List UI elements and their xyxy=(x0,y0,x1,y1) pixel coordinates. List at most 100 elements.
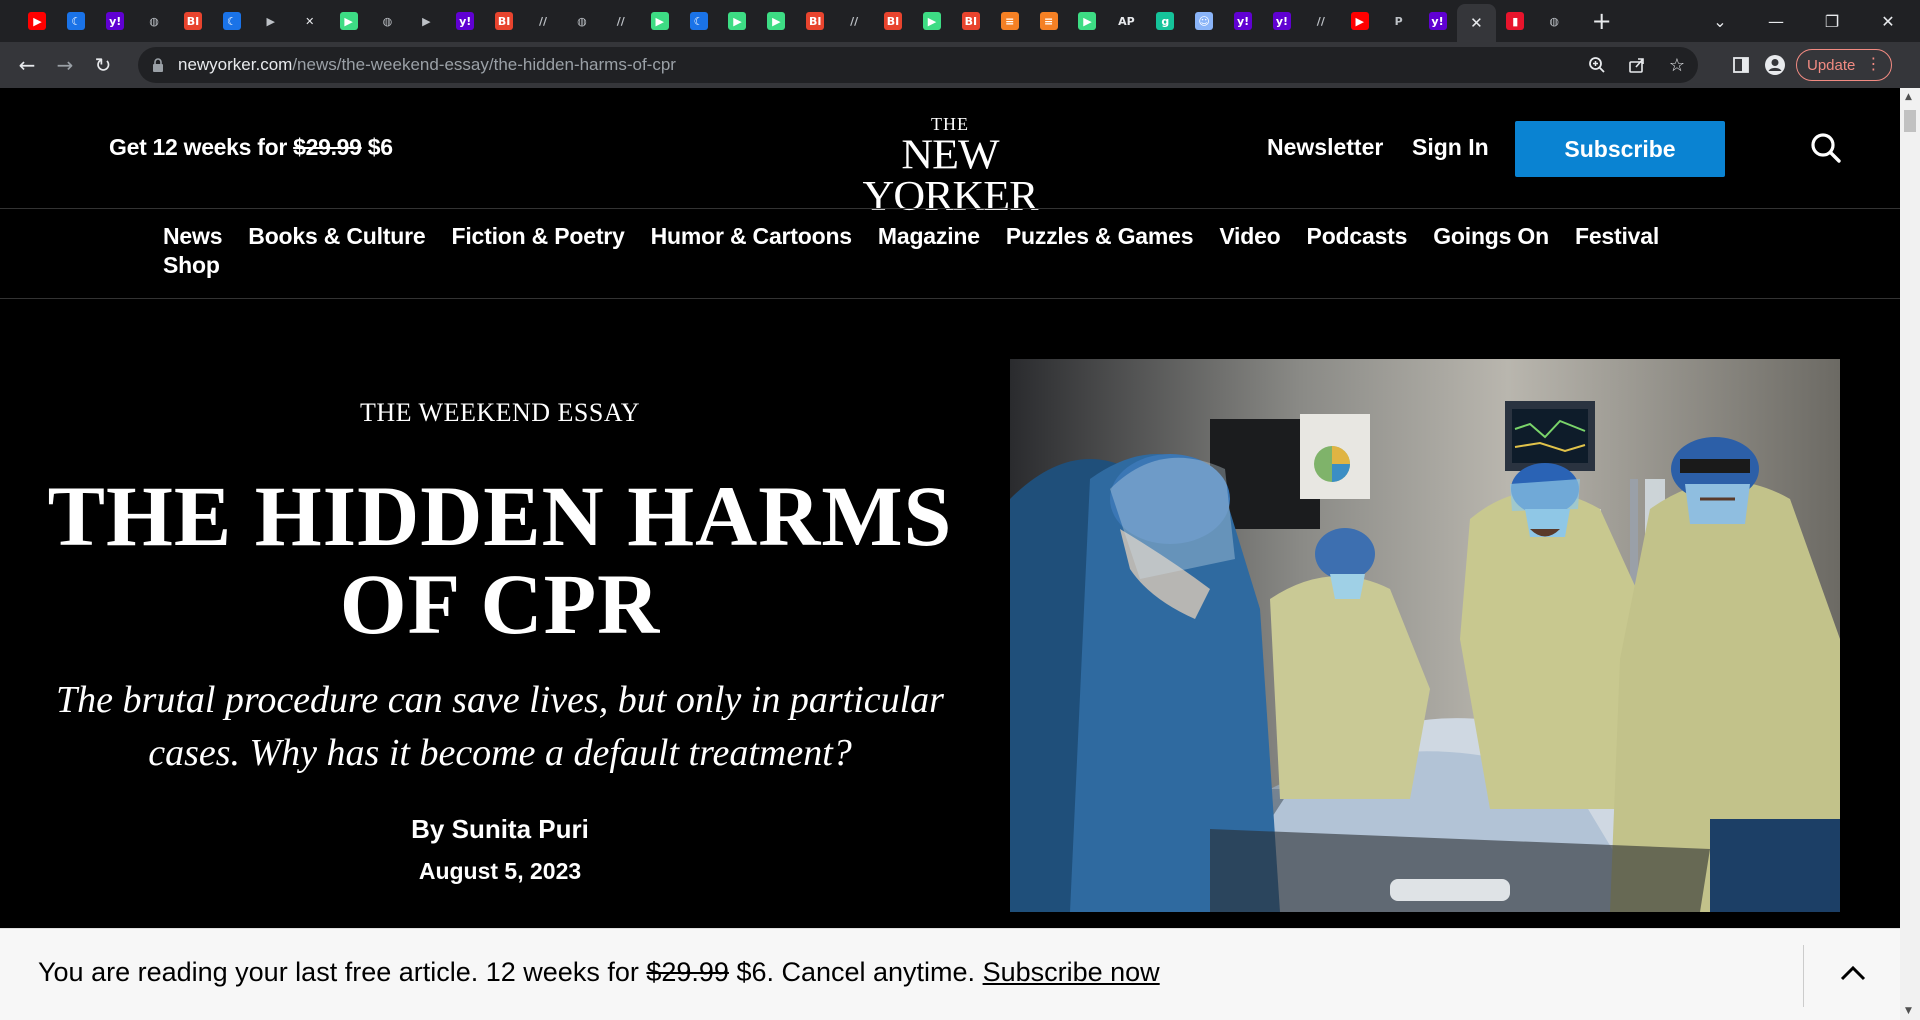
chevron-up-icon[interactable] xyxy=(1838,959,1868,989)
subscription-promo[interactable]: Get 12 weeks for $29.99 $6 xyxy=(109,134,393,161)
close-window-button[interactable]: ✕ xyxy=(1860,0,1916,42)
nav-item-news[interactable]: News xyxy=(163,223,222,249)
browser-tab[interactable]: // xyxy=(601,4,640,38)
browser-tab[interactable]: y! xyxy=(1224,4,1263,38)
nav-item-podcasts[interactable]: Podcasts xyxy=(1307,223,1408,249)
browser-tab[interactable]: g xyxy=(1146,4,1185,38)
subscribe-now-link[interactable]: Subscribe now xyxy=(983,957,1160,987)
side-panel-icon[interactable] xyxy=(1728,52,1754,78)
browser-tab[interactable]: ▶ xyxy=(640,4,679,38)
tab-search-icon[interactable]: ⌄ xyxy=(1692,0,1748,42)
browser-tab[interactable]: ▶ xyxy=(18,4,57,38)
browser-tab[interactable]: ☾ xyxy=(679,4,718,38)
bookmark-star-icon[interactable]: ☆ xyxy=(1664,52,1690,78)
browser-tab[interactable]: ◍ xyxy=(1535,4,1574,38)
browser-tab[interactable]: ▶ xyxy=(329,4,368,38)
browser-tab[interactable]: // xyxy=(524,4,563,38)
globe-icon: ◍ xyxy=(149,14,159,28)
browser-tab[interactable]: ◍ xyxy=(562,4,601,38)
browser-tab[interactable]: ▶ xyxy=(1340,4,1379,38)
back-button[interactable]: ← xyxy=(8,46,46,84)
globe-icon: ◍ xyxy=(382,14,393,28)
nav-item-goings-on[interactable]: Goings On xyxy=(1433,223,1549,249)
paywall-prefix: You are reading your last free article. … xyxy=(38,957,647,987)
nav-item-humor-cartoons[interactable]: Humor & Cartoons xyxy=(651,223,852,249)
scroll-down-arrow[interactable]: ▼ xyxy=(1905,1006,1912,1016)
browser-tab[interactable]: P xyxy=(1379,4,1418,38)
address-bar[interactable]: newyorker.com/news/the-weekend-essay/the… xyxy=(138,47,1698,83)
forward-button[interactable]: → xyxy=(46,46,84,84)
newsletter-link[interactable]: Newsletter xyxy=(1267,134,1383,161)
profile-icon[interactable] xyxy=(1762,52,1788,78)
browser-tab[interactable]: ▶ xyxy=(757,4,796,38)
nav-item-shop[interactable]: Shop xyxy=(163,252,220,278)
browser-tab[interactable]: BI xyxy=(796,4,835,38)
browser-tab[interactable]: BI xyxy=(174,4,213,38)
nav-item-video[interactable]: Video xyxy=(1219,223,1280,249)
article-rubric[interactable]: THE WEEKEND ESSAY xyxy=(0,398,1000,428)
browser-tab[interactable]: y! xyxy=(96,4,135,38)
browser-tab[interactable]: ☾ xyxy=(57,4,96,38)
sign-in-link[interactable]: Sign In xyxy=(1412,134,1489,161)
lock-icon xyxy=(153,58,163,72)
browser-toolbar: ← → ↻ newyorker.com/news/the-weekend-ess… xyxy=(0,42,1920,88)
paywall-banner: You are reading your last free article. … xyxy=(0,928,1900,1020)
browser-tab[interactable]: // xyxy=(835,4,874,38)
play-circle-icon: ▶ xyxy=(767,12,786,30)
scroll-up-arrow[interactable]: ▲ xyxy=(1905,92,1912,102)
browser-tab[interactable]: ◍ xyxy=(368,4,407,38)
zoom-icon[interactable] xyxy=(1584,52,1610,78)
business-insider-icon: BI xyxy=(884,12,903,30)
moon-icon: ☾ xyxy=(689,12,708,30)
browser-tab[interactable]: ✕ xyxy=(1456,4,1496,42)
search-icon[interactable] xyxy=(1810,132,1842,164)
minimize-button[interactable]: — xyxy=(1748,0,1804,42)
subscribe-button[interactable]: Subscribe xyxy=(1515,121,1725,177)
browser-tab[interactable]: BI xyxy=(485,4,524,38)
browser-tab[interactable]: BI xyxy=(951,4,990,38)
mic-icon: ▮ xyxy=(1506,12,1525,30)
p-icon: P xyxy=(1394,14,1403,28)
nav-divider xyxy=(0,298,1900,299)
browser-tab[interactable]: ◍ xyxy=(135,4,174,38)
update-button[interactable]: Update ⋮ xyxy=(1796,49,1893,81)
scrollbar-thumb[interactable] xyxy=(1904,110,1916,132)
new-tab-button[interactable]: + xyxy=(1584,4,1620,38)
browser-tab[interactable]: ▮ xyxy=(1496,4,1535,38)
nav-item-magazine[interactable]: Magazine xyxy=(878,223,980,249)
yahoo-icon: y! xyxy=(106,12,125,30)
nav-item-books-culture[interactable]: Books & Culture xyxy=(248,223,425,249)
browser-tab[interactable]: ▶ xyxy=(407,4,446,38)
browser-tab[interactable]: ▶ xyxy=(1068,4,1107,38)
logo-the: THE xyxy=(931,114,969,134)
nav-item-fiction-poetry[interactable]: Fiction & Poetry xyxy=(451,223,624,249)
browser-tab[interactable]: y! xyxy=(1263,4,1302,38)
browser-tab[interactable]: ≡ xyxy=(990,4,1029,38)
browser-tab[interactable]: ☾ xyxy=(212,4,251,38)
nav-item-festival[interactable]: Festival xyxy=(1575,223,1659,249)
yahoo-icon: y! xyxy=(1428,12,1447,30)
browser-tab[interactable]: AP xyxy=(1107,4,1146,38)
nav-item-puzzles-games[interactable]: Puzzles & Games xyxy=(1006,223,1194,249)
browser-tab[interactable]: BI xyxy=(874,4,913,38)
article-byline[interactable]: By Sunita Puri xyxy=(0,814,1000,845)
browser-tab[interactable]: ☺ xyxy=(1185,4,1224,38)
paywall-message: You are reading your last free article. … xyxy=(38,957,1160,988)
browser-tab[interactable]: ▶ xyxy=(912,4,951,38)
moon-icon: ☾ xyxy=(67,12,86,30)
browser-tab[interactable]: ✕ xyxy=(290,4,329,38)
reload-button[interactable]: ↻ xyxy=(84,46,122,84)
restore-button[interactable]: ❐ xyxy=(1804,0,1860,42)
play-circle-icon: ▶ xyxy=(339,12,358,30)
browser-tab[interactable]: y! xyxy=(1418,4,1457,38)
browser-tab[interactable]: ▶ xyxy=(251,4,290,38)
browser-tab[interactable]: ≡ xyxy=(1029,4,1068,38)
slashes-icon: // xyxy=(1316,14,1325,28)
new-yorker-logo[interactable]: THE NEW YORKER xyxy=(830,114,1070,220)
article-dek: The brutal procedure can save lives, but… xyxy=(56,679,944,774)
browser-tab[interactable]: // xyxy=(1301,4,1340,38)
browser-tab[interactable]: ▶ xyxy=(718,4,757,38)
page-scrollbar[interactable]: ▲ ▼ xyxy=(1900,88,1920,1020)
share-icon[interactable] xyxy=(1624,52,1650,78)
browser-tab[interactable]: y! xyxy=(446,4,485,38)
